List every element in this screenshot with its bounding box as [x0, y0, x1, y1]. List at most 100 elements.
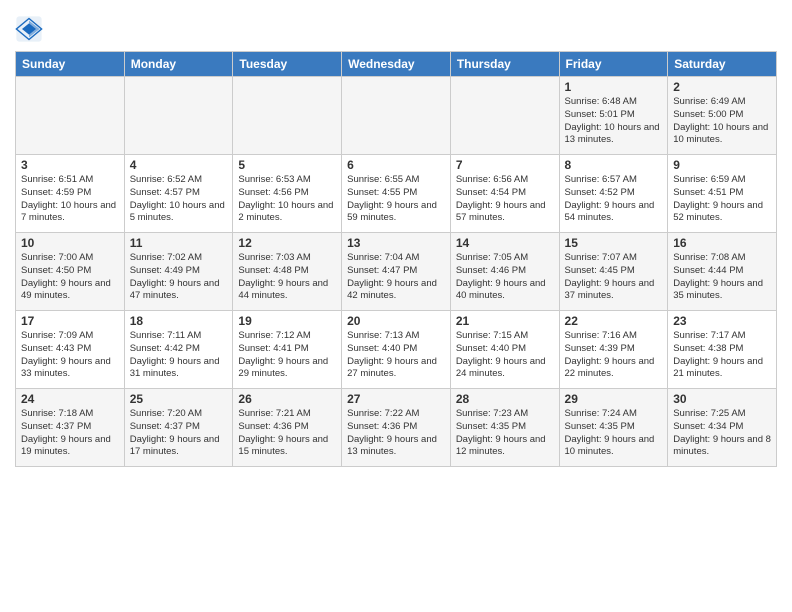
- day-cell: 22 Sunrise: 7:16 AM Sunset: 4:39 PM Dayli…: [559, 311, 668, 389]
- day-info: Sunrise: 7:18 AM Sunset: 4:37 PM Dayligh…: [21, 408, 119, 459]
- day-cell: 16 Sunrise: 7:08 AM Sunset: 4:44 PM Dayli…: [668, 233, 777, 311]
- day-number: 18: [130, 314, 228, 328]
- logo: [15, 15, 47, 43]
- header-row: SundayMondayTuesdayWednesdayThursdayFrid…: [16, 52, 777, 77]
- page: SundayMondayTuesdayWednesdayThursdayFrid…: [0, 0, 792, 612]
- day-cell: 9 Sunrise: 6:59 AM Sunset: 4:51 PM Daylig…: [668, 155, 777, 233]
- day-cell: 20 Sunrise: 7:13 AM Sunset: 4:40 PM Dayli…: [342, 311, 451, 389]
- day-cell: 4 Sunrise: 6:52 AM Sunset: 4:57 PM Daylig…: [124, 155, 233, 233]
- day-info: Sunrise: 7:03 AM Sunset: 4:48 PM Dayligh…: [238, 252, 336, 303]
- day-info: Sunrise: 6:59 AM Sunset: 4:51 PM Dayligh…: [673, 174, 771, 225]
- day-info: Sunrise: 6:53 AM Sunset: 4:56 PM Dayligh…: [238, 174, 336, 225]
- day-cell: 30 Sunrise: 7:25 AM Sunset: 4:34 PM Dayli…: [668, 389, 777, 467]
- day-cell: 25 Sunrise: 7:20 AM Sunset: 4:37 PM Dayli…: [124, 389, 233, 467]
- day-info: Sunrise: 6:49 AM Sunset: 5:00 PM Dayligh…: [673, 96, 771, 147]
- day-info: Sunrise: 6:56 AM Sunset: 4:54 PM Dayligh…: [456, 174, 554, 225]
- day-info: Sunrise: 6:52 AM Sunset: 4:57 PM Dayligh…: [130, 174, 228, 225]
- col-header-thursday: Thursday: [450, 52, 559, 77]
- week-row-4: 24 Sunrise: 7:18 AM Sunset: 4:37 PM Dayli…: [16, 389, 777, 467]
- day-info: Sunrise: 7:23 AM Sunset: 4:35 PM Dayligh…: [456, 408, 554, 459]
- day-number: 10: [21, 236, 119, 250]
- day-info: Sunrise: 7:20 AM Sunset: 4:37 PM Dayligh…: [130, 408, 228, 459]
- day-cell: 28 Sunrise: 7:23 AM Sunset: 4:35 PM Dayli…: [450, 389, 559, 467]
- day-number: 21: [456, 314, 554, 328]
- col-header-friday: Friday: [559, 52, 668, 77]
- day-info: Sunrise: 7:12 AM Sunset: 4:41 PM Dayligh…: [238, 330, 336, 381]
- day-number: 9: [673, 158, 771, 172]
- day-info: Sunrise: 7:00 AM Sunset: 4:50 PM Dayligh…: [21, 252, 119, 303]
- day-info: Sunrise: 7:15 AM Sunset: 4:40 PM Dayligh…: [456, 330, 554, 381]
- day-info: Sunrise: 7:13 AM Sunset: 4:40 PM Dayligh…: [347, 330, 445, 381]
- day-number: 24: [21, 392, 119, 406]
- day-info: Sunrise: 7:08 AM Sunset: 4:44 PM Dayligh…: [673, 252, 771, 303]
- day-cell: [342, 77, 451, 155]
- day-info: Sunrise: 7:17 AM Sunset: 4:38 PM Dayligh…: [673, 330, 771, 381]
- day-cell: 15 Sunrise: 7:07 AM Sunset: 4:45 PM Dayli…: [559, 233, 668, 311]
- day-cell: 19 Sunrise: 7:12 AM Sunset: 4:41 PM Dayli…: [233, 311, 342, 389]
- day-number: 23: [673, 314, 771, 328]
- day-number: 28: [456, 392, 554, 406]
- day-info: Sunrise: 7:16 AM Sunset: 4:39 PM Dayligh…: [565, 330, 663, 381]
- day-cell: 26 Sunrise: 7:21 AM Sunset: 4:36 PM Dayli…: [233, 389, 342, 467]
- day-number: 30: [673, 392, 771, 406]
- day-info: Sunrise: 7:07 AM Sunset: 4:45 PM Dayligh…: [565, 252, 663, 303]
- day-number: 26: [238, 392, 336, 406]
- day-number: 22: [565, 314, 663, 328]
- day-cell: [233, 77, 342, 155]
- day-cell: [450, 77, 559, 155]
- day-info: Sunrise: 6:51 AM Sunset: 4:59 PM Dayligh…: [21, 174, 119, 225]
- day-cell: 11 Sunrise: 7:02 AM Sunset: 4:49 PM Dayli…: [124, 233, 233, 311]
- day-info: Sunrise: 7:09 AM Sunset: 4:43 PM Dayligh…: [21, 330, 119, 381]
- day-number: 3: [21, 158, 119, 172]
- day-info: Sunrise: 7:11 AM Sunset: 4:42 PM Dayligh…: [130, 330, 228, 381]
- day-number: 5: [238, 158, 336, 172]
- day-number: 11: [130, 236, 228, 250]
- day-number: 16: [673, 236, 771, 250]
- calendar-table: SundayMondayTuesdayWednesdayThursdayFrid…: [15, 51, 777, 467]
- day-number: 27: [347, 392, 445, 406]
- week-row-3: 17Sunrise: 7:09 AM Sunset: 4:43 PM Dayli…: [16, 311, 777, 389]
- day-info: Sunrise: 7:22 AM Sunset: 4:36 PM Dayligh…: [347, 408, 445, 459]
- day-number: 12: [238, 236, 336, 250]
- day-number: 2: [673, 80, 771, 94]
- day-cell: 13 Sunrise: 7:04 AM Sunset: 4:47 PM Dayli…: [342, 233, 451, 311]
- day-cell: 6Sunrise: 6:55 AM Sunset: 4:55 PM Daylig…: [342, 155, 451, 233]
- day-info: Sunrise: 7:05 AM Sunset: 4:46 PM Dayligh…: [456, 252, 554, 303]
- day-number: 8: [565, 158, 663, 172]
- day-info: Sunrise: 7:02 AM Sunset: 4:49 PM Dayligh…: [130, 252, 228, 303]
- day-cell: 3 Sunrise: 6:51 AM Sunset: 4:59 PM Daylig…: [16, 155, 125, 233]
- day-info: Sunrise: 7:25 AM Sunset: 4:34 PM Dayligh…: [673, 408, 771, 459]
- week-row-1: 3 Sunrise: 6:51 AM Sunset: 4:59 PM Daylig…: [16, 155, 777, 233]
- day-cell: 27 Sunrise: 7:22 AM Sunset: 4:36 PM Dayli…: [342, 389, 451, 467]
- day-number: 29: [565, 392, 663, 406]
- day-cell: 17Sunrise: 7:09 AM Sunset: 4:43 PM Dayli…: [16, 311, 125, 389]
- day-cell: 8 Sunrise: 6:57 AM Sunset: 4:52 PM Daylig…: [559, 155, 668, 233]
- day-number: 20: [347, 314, 445, 328]
- col-header-wednesday: Wednesday: [342, 52, 451, 77]
- week-row-2: 10 Sunrise: 7:00 AM Sunset: 4:50 PM Dayli…: [16, 233, 777, 311]
- day-number: 13: [347, 236, 445, 250]
- day-cell: 23 Sunrise: 7:17 AM Sunset: 4:38 PM Dayli…: [668, 311, 777, 389]
- day-info: Sunrise: 6:57 AM Sunset: 4:52 PM Dayligh…: [565, 174, 663, 225]
- day-info: Sunrise: 7:21 AM Sunset: 4:36 PM Dayligh…: [238, 408, 336, 459]
- day-cell: [124, 77, 233, 155]
- day-number: 4: [130, 158, 228, 172]
- day-number: 7: [456, 158, 554, 172]
- logo-icon: [15, 15, 43, 43]
- day-number: 15: [565, 236, 663, 250]
- day-cell: 2 Sunrise: 6:49 AM Sunset: 5:00 PM Daylig…: [668, 77, 777, 155]
- header: [15, 10, 777, 43]
- day-cell: 10 Sunrise: 7:00 AM Sunset: 4:50 PM Dayli…: [16, 233, 125, 311]
- col-header-monday: Monday: [124, 52, 233, 77]
- day-cell: 29 Sunrise: 7:24 AM Sunset: 4:35 PM Dayli…: [559, 389, 668, 467]
- day-info: Sunrise: 7:24 AM Sunset: 4:35 PM Dayligh…: [565, 408, 663, 459]
- day-cell: 24 Sunrise: 7:18 AM Sunset: 4:37 PM Dayli…: [16, 389, 125, 467]
- day-number: 19: [238, 314, 336, 328]
- day-cell: 21 Sunrise: 7:15 AM Sunset: 4:40 PM Dayli…: [450, 311, 559, 389]
- day-number: 6: [347, 158, 445, 172]
- day-number: 25: [130, 392, 228, 406]
- day-info: Sunrise: 7:04 AM Sunset: 4:47 PM Dayligh…: [347, 252, 445, 303]
- col-header-sunday: Sunday: [16, 52, 125, 77]
- day-cell: 1Sunrise: 6:48 AM Sunset: 5:01 PM Daylig…: [559, 77, 668, 155]
- day-cell: 7 Sunrise: 6:56 AM Sunset: 4:54 PM Daylig…: [450, 155, 559, 233]
